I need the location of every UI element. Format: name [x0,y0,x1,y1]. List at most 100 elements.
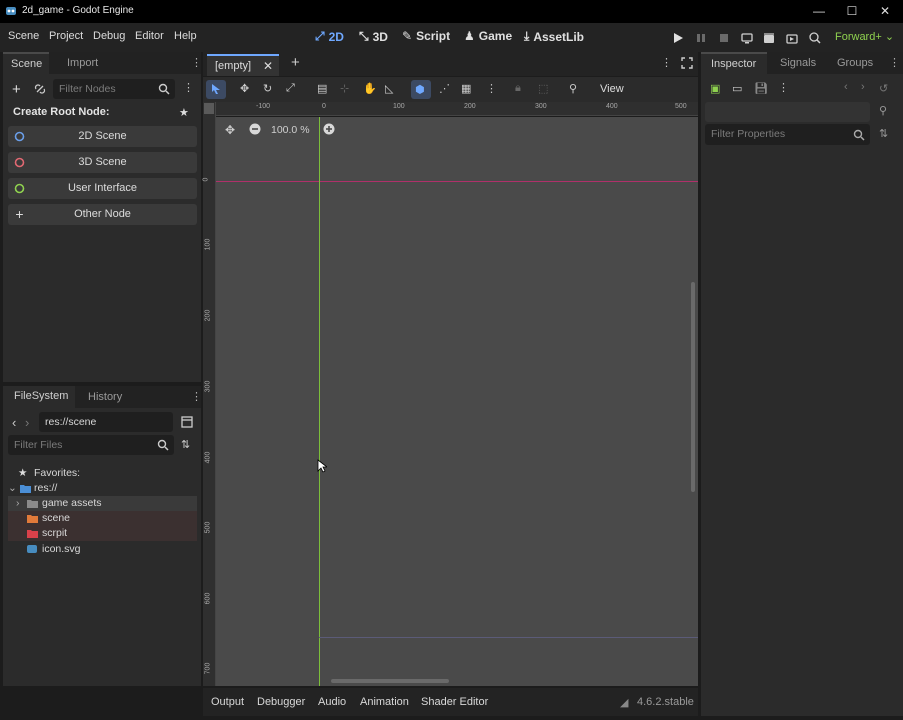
tab-shader-editor[interactable]: Shader Editor [421,696,488,708]
tab-audio[interactable]: Audio [318,696,346,708]
maximize-button[interactable]: ☐ [841,3,863,19]
list-select-icon[interactable]: ▤ [317,82,327,95]
zoom-out-icon[interactable] [249,123,261,135]
ruler-mode-icon[interactable]: ◺ [385,82,393,95]
resource-menu-icon[interactable]: ⋮ [778,81,789,94]
view-menu[interactable]: View [600,83,624,95]
tab-groups[interactable]: Groups [837,57,873,69]
group-icon[interactable]: ⬚ [538,82,548,95]
canvas-viewport[interactable]: ✥ 100.0 % [216,117,698,686]
move-mode-icon[interactable]: ✥ [240,82,249,95]
history-back-icon[interactable]: ‹ [844,81,848,93]
add-node-icon[interactable]: + [12,81,21,98]
root-3d-scene-button[interactable]: 3D Scene [8,152,197,173]
tab-script[interactable]: ✎ Script [402,29,450,43]
tab-debugger[interactable]: Debugger [257,696,305,708]
sort-icon[interactable]: ⇅ [181,438,190,451]
renderer-selector[interactable]: Forward+ ⌄ [835,30,894,43]
tree-item-scrpit[interactable]: scrpit [8,526,197,541]
filter-files-input[interactable]: Filter Files [8,435,174,455]
tab-animation[interactable]: Animation [360,696,409,708]
scale-mode-icon[interactable]: ⤢ [286,82,295,95]
stop-icon[interactable] [717,31,731,45]
root-other-node-button[interactable]: + Other Node [8,204,197,225]
tab-scene[interactable]: Scene [3,52,49,74]
dock-menu-icon[interactable]: ⋮ [191,390,202,403]
play-icon[interactable] [671,31,685,45]
node2d-icon [14,131,25,142]
skeleton-icon[interactable]: ⚲ [569,82,577,95]
version-label[interactable]: 4.6.2.stable [637,696,694,708]
tabs-menu-icon[interactable]: ⋮ [661,56,672,69]
pivot-icon[interactable]: ⊹ [340,82,349,95]
save-resource-icon[interactable]: 💾︎ [754,82,768,95]
dock-menu-icon[interactable]: ⋮ [191,56,202,69]
dock-menu-icon[interactable]: ⋮ [889,56,900,69]
grid-snap-icon[interactable]: ⋰ [439,82,450,95]
tree-item-scene[interactable]: scene [8,511,197,526]
grid-icon[interactable]: ▦ [461,82,471,95]
tab-history[interactable]: History [88,391,122,403]
menu-editor[interactable]: Editor [135,30,164,42]
object-history-icon[interactable]: ↺ [879,82,888,95]
favorite-star-icon[interactable]: ★ [179,106,189,119]
distraction-free-icon[interactable] [681,57,693,69]
scene-options-icon[interactable]: ⋮ [183,81,194,94]
object-path-field[interactable] [705,102,870,122]
center-view-icon[interactable]: ✥ [225,123,235,137]
path-field[interactable]: res://scene [39,412,173,432]
remote-debug-icon[interactable] [740,31,754,45]
root-user-interface-button[interactable]: User Interface [8,178,197,199]
scene-tab-empty[interactable]: [empty] ✕ [207,54,279,76]
tab-import[interactable]: Import [67,57,98,69]
tree-favorites[interactable]: ★ Favorites: [8,466,197,481]
rotate-mode-icon[interactable]: ↻ [263,82,272,95]
link-icon[interactable] [34,83,46,95]
forward-icon[interactable]: › [25,415,29,430]
snap-options-icon[interactable]: ⋮ [486,82,497,95]
open-resource-icon[interactable]: ▭ [732,82,742,95]
tab-3d[interactable]: ⤡ 3D [359,29,388,44]
menu-project[interactable]: Project [49,30,83,42]
split-view-icon[interactable] [181,416,193,428]
zoom-in-icon[interactable] [323,123,335,135]
lock-icon[interactable]: 🔒︎ [515,82,521,95]
pause-icon[interactable] [694,31,708,45]
close-window-button[interactable]: ✕ [874,3,896,19]
history-forward-icon[interactable]: › [861,81,865,93]
node3d-icon [14,157,25,168]
movie-maker-icon[interactable] [762,31,776,45]
tab-inspector[interactable]: Inspector [701,52,767,74]
zoom-level[interactable]: 100.0 % [271,124,310,136]
tab-2d[interactable]: ⤢ 2D [315,29,344,44]
menu-help[interactable]: Help [174,30,197,42]
run-current-scene-icon[interactable] [808,31,822,45]
filter-properties-input[interactable]: Filter Properties [705,124,870,145]
add-tab-icon[interactable]: + [291,54,300,71]
tree-root[interactable]: ⌄ res:// [8,481,197,496]
tab-output[interactable]: Output [211,696,244,708]
horizontal-scrollbar[interactable] [331,679,449,683]
select-mode-button[interactable] [206,80,226,99]
menu-debug[interactable]: Debug [93,30,125,42]
tree-item-game-assets[interactable]: › game assets [8,496,197,511]
new-resource-icon[interactable]: ▣ [710,82,720,95]
run-custom-scene-icon[interactable] [785,31,799,45]
update-spinner-icon: ◢ [620,697,629,709]
tab-signals[interactable]: Signals [780,57,816,69]
root-2d-scene-button[interactable]: 2D Scene [8,126,197,147]
close-tab-icon[interactable]: ✕ [263,59,273,73]
object-search-icon[interactable]: ⚲ [879,104,887,117]
menu-scene[interactable]: Scene [8,30,39,42]
back-icon[interactable]: ‹ [12,415,16,430]
tab-assetlib[interactable]: ⤓ AssetLib [524,29,584,44]
smart-snap-button[interactable]: ⬢ [411,80,431,99]
tab-game[interactable]: ♟ Game [464,29,512,43]
minimize-button[interactable]: — [808,3,830,19]
vertical-scrollbar[interactable] [691,282,695,492]
tree-item-icon-svg[interactable]: icon.svg [8,542,197,557]
pan-mode-icon[interactable]: ✋ [363,82,377,95]
tab-filesystem[interactable]: FileSystem [3,386,75,408]
filter-options-icon[interactable]: ⇅ [879,127,888,140]
filter-nodes-input[interactable]: Filter Nodes [53,79,175,99]
